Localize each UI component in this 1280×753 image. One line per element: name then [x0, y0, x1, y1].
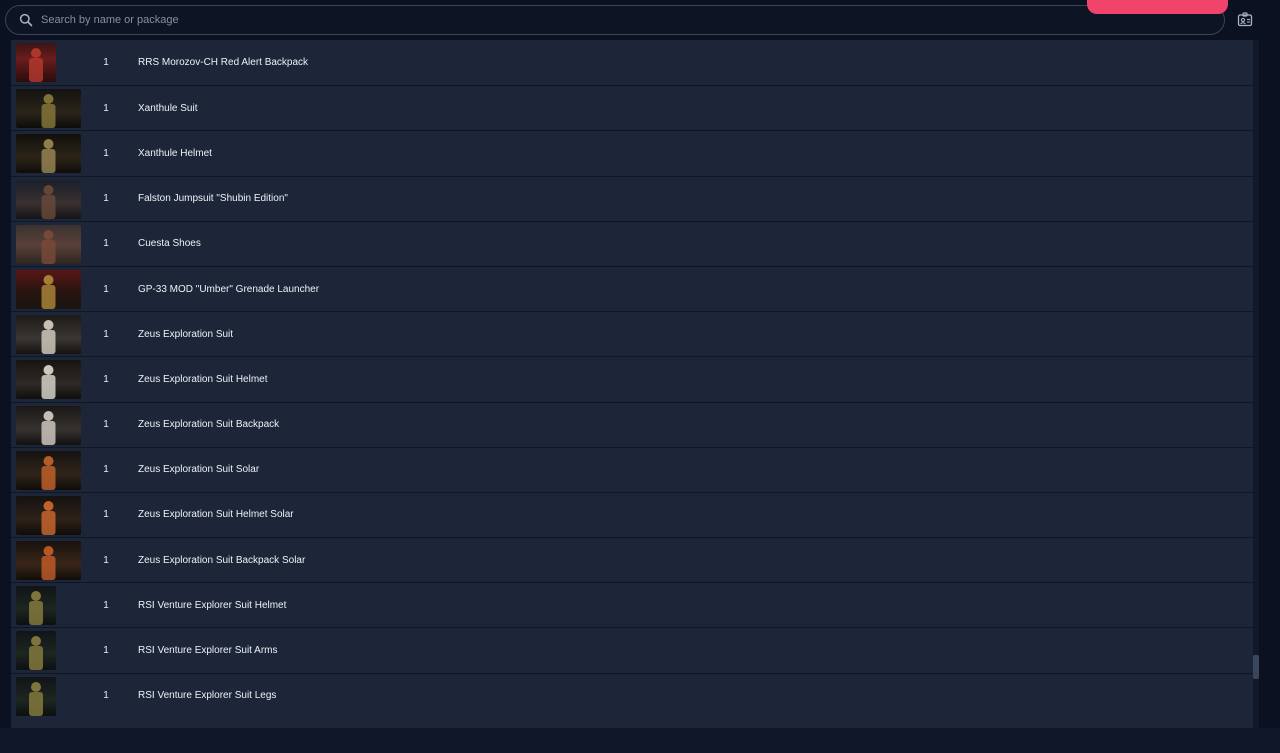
item-thumbnail: [16, 586, 56, 626]
item-name: RSI Venture Explorer Suit Legs: [138, 690, 277, 702]
bottom-bar: [0, 728, 1280, 753]
item-thumbnail: [16, 43, 56, 82]
search-icon: [19, 13, 33, 27]
primary-action-button[interactable]: [1087, 0, 1228, 14]
top-bar: [0, 0, 1280, 40]
list-item[interactable]: 1 RSI Venture Explorer Suit Arms: [11, 627, 1253, 673]
item-thumbnail: [16, 179, 81, 219]
item-quantity: 1: [103, 283, 109, 295]
item-quantity: 1: [103, 147, 109, 159]
id-card-icon[interactable]: [1237, 12, 1253, 28]
item-quantity: 1: [103, 57, 109, 69]
item-quantity: 1: [103, 690, 109, 702]
item-quantity: 1: [103, 419, 109, 431]
item-thumbnail: [16, 134, 81, 174]
item-quantity: 1: [103, 554, 109, 566]
item-name: Zeus Exploration Suit Solar: [138, 464, 260, 476]
item-quantity: 1: [103, 599, 109, 611]
item-name: Cuesta Shoes: [138, 238, 201, 250]
item-thumbnail: [16, 405, 81, 445]
item-thumbnail: [16, 450, 81, 490]
list-item[interactable]: 1 Cuesta Shoes: [11, 220, 1253, 266]
item-thumbnail: [16, 541, 81, 581]
item-quantity: 1: [103, 373, 109, 385]
item-name: GP-33 MOD "Umber" Grenade Launcher: [138, 283, 320, 295]
item-name: Zeus Exploration Suit Backpack: [138, 419, 280, 431]
item-thumbnail: [16, 315, 81, 355]
list-item[interactable]: 1 Zeus Exploration Suit Solar: [11, 446, 1253, 492]
item-quantity: 1: [103, 645, 109, 657]
list-item[interactable]: 1 Falston Jumpsuit "Shubin Edition": [11, 175, 1253, 221]
search-input[interactable]: [33, 6, 1224, 34]
item-quantity: 1: [103, 328, 109, 340]
item-name: Zeus Exploration Suit Backpack Solar: [138, 554, 306, 566]
item-name: Zeus Exploration Suit Helmet: [138, 373, 268, 385]
list-item[interactable]: 1 RRS Morozov-CH Red Alert Backpack: [11, 40, 1253, 86]
item-thumbnail: [16, 89, 81, 129]
item-name: RRS Morozov-CH Red Alert Backpack: [138, 57, 309, 69]
item-quantity: 1: [103, 509, 109, 521]
list-item[interactable]: 1 Zeus Exploration Suit: [11, 311, 1253, 357]
item-name: RSI Venture Explorer Suit Helmet: [138, 599, 287, 611]
list-item[interactable]: 1 RSI Venture Explorer Suit Helmet: [11, 582, 1253, 628]
item-name: Zeus Exploration Suit: [138, 328, 234, 340]
item-thumbnail: [16, 495, 81, 535]
list-item[interactable]: 1 Xanthule Helmet: [11, 130, 1253, 176]
list-item[interactable]: 1 Zeus Exploration Suit Backpack: [11, 401, 1253, 447]
item-thumbnail: [16, 269, 81, 309]
item-quantity: 1: [103, 464, 109, 476]
scrollbar-thumb[interactable]: [1253, 655, 1259, 679]
list-item[interactable]: 1 Zeus Exploration Suit Helmet Solar: [11, 491, 1253, 538]
item-name: Falston Jumpsuit "Shubin Edition": [138, 193, 288, 205]
item-thumbnail: [16, 224, 81, 264]
list-item[interactable]: 1 Zeus Exploration Suit Helmet: [11, 356, 1253, 402]
item-name: Xanthule Suit: [138, 102, 198, 114]
item-thumbnail: [16, 676, 56, 716]
item-name: Zeus Exploration Suit Helmet Solar: [138, 509, 294, 521]
list-item[interactable]: 1 Zeus Exploration Suit Backpack Solar: [11, 537, 1253, 583]
item-thumbnail: [16, 360, 81, 400]
item-quantity: 1: [103, 238, 109, 250]
item-name: RSI Venture Explorer Suit Arms: [138, 645, 278, 657]
item-quantity: 1: [103, 193, 109, 205]
list-item[interactable]: 1 RSI Venture Explorer Suit Legs: [11, 672, 1253, 718]
item-quantity: 1: [103, 102, 109, 114]
item-list: 1 RRS Morozov-CH Red Alert Backpack 1 Xanth…: [11, 40, 1253, 728]
item-thumbnail: [16, 631, 56, 671]
list-item[interactable]: 1 Xanthule Suit: [11, 85, 1253, 131]
list-item[interactable]: 1 GP-33 MOD "Umber" Grenade Launcher: [11, 265, 1253, 312]
item-name: Xanthule Helmet: [138, 147, 212, 159]
search-bar[interactable]: [5, 5, 1225, 35]
scrollbar[interactable]: [1253, 40, 1259, 728]
